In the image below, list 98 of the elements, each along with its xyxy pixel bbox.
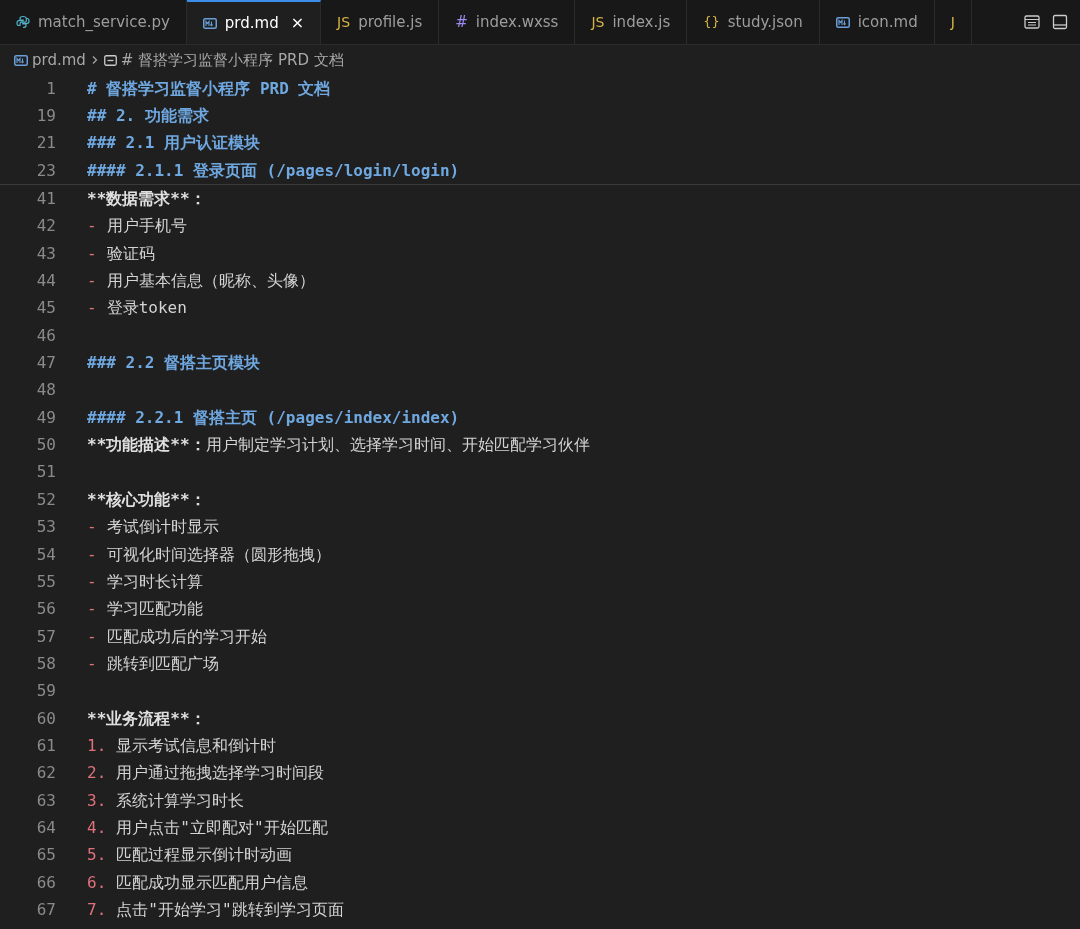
paragraph-text: 用户制定学习计划、选择学习时间、开始匹配学习伙伴 <box>205 434 590 457</box>
breadcrumb-item[interactable]: prd.md <box>32 48 86 72</box>
list-marker: - <box>87 625 97 648</box>
line-number: 43 <box>35 242 56 265</box>
line-number: 45 <box>35 297 56 320</box>
markdown-heading: ## 2. 功能需求 <box>87 105 209 127</box>
list-marker: - <box>87 652 97 675</box>
markdown-heading: ### 2.2 督搭主页模块 <box>87 352 261 375</box>
symbol-icon <box>103 54 117 66</box>
file-type-icon: {} <box>703 12 720 32</box>
tab-label: icon.md <box>857 11 918 33</box>
list-item-text: 可视化时间选择器（圆形拖拽） <box>106 543 331 566</box>
list-marker: - <box>87 270 97 293</box>
list-item-text: 匹配成功显示匹配用户信息 <box>116 871 309 894</box>
file-type-icon: # <box>455 10 468 34</box>
line-number: 63 <box>35 789 56 812</box>
list-marker: 2. <box>87 762 107 785</box>
list-marker: - <box>87 297 97 320</box>
tab-label: prd.md <box>224 12 279 34</box>
panel-icon[interactable] <box>1052 14 1068 30</box>
line-number: 44 <box>35 270 56 293</box>
list-item-text: 匹配过程显示倒计时动画 <box>116 844 293 867</box>
line-number: 64 <box>35 816 56 839</box>
line-number: 21 <box>35 132 56 155</box>
list-marker: - <box>87 215 97 238</box>
line-number: 19 <box>35 105 56 127</box>
tab-label: profile.js <box>358 11 423 33</box>
list-item-text: 用户通过拖拽选择学习时间段 <box>116 762 325 785</box>
list-item-text: 跳转到匹配广场 <box>106 652 219 675</box>
line-number: 53 <box>35 516 56 539</box>
line-number: 59 <box>35 680 56 703</box>
line-number: 61 <box>35 734 56 757</box>
line-number: 66 <box>35 871 56 894</box>
file-type-icon: J <box>950 11 955 33</box>
bold-text: **核心功能**： <box>87 488 206 511</box>
line-number: 50 <box>35 434 56 457</box>
bold-text: **业务流程**： <box>87 707 206 730</box>
line-number: 52 <box>35 488 56 511</box>
list-marker: 7. <box>87 899 107 921</box>
list-marker: 6. <box>87 871 107 894</box>
list-marker: - <box>87 543 97 566</box>
markdown-heading: # 督搭学习监督小程序 PRD 文档 <box>87 77 331 100</box>
markdown-icon <box>835 16 850 28</box>
line-number: 49 <box>35 406 56 429</box>
line-number: 57 <box>35 625 56 648</box>
list-item-text: 用户基本信息（昵称、头像） <box>106 270 315 293</box>
line-number: 55 <box>35 570 56 593</box>
bold-text: **数据需求**： <box>87 188 206 211</box>
list-marker: 1. <box>87 734 107 757</box>
line-number: 48 <box>35 379 56 402</box>
list-marker: - <box>87 242 97 265</box>
breadcrumb-item[interactable]: # 督搭学习监督小程序 PRD 文档 <box>120 48 344 72</box>
markdown-icon <box>14 54 28 66</box>
markdown-heading: #### 2.1.1 登录页面 (/pages/login/login) <box>87 159 460 182</box>
list-item-text: 用户点击"立即配对"开始匹配 <box>116 816 328 839</box>
markdown-heading: #### 2.2.1 督搭主页 (/pages/index/index) <box>87 406 460 429</box>
bold-text: **功能描述**： <box>87 434 206 457</box>
list-marker: 4. <box>87 816 107 839</box>
list-item-text: 显示考试信息和倒计时 <box>116 734 277 757</box>
tab-label: index.js <box>612 11 671 33</box>
line-number: 23 <box>35 159 56 182</box>
list-marker: - <box>87 570 97 593</box>
line-number: 54 <box>35 543 56 566</box>
line-number: 56 <box>35 598 56 621</box>
line-number: 58 <box>35 652 56 675</box>
line-number: 46 <box>35 324 56 347</box>
line-number: 60 <box>35 707 56 730</box>
line-number: 47 <box>35 352 56 375</box>
list-item-text: 点击"开始学习"跳转到学习页面 <box>116 899 344 921</box>
list-item-text: 学习匹配功能 <box>106 598 203 621</box>
list-item-text: 系统计算学习时长 <box>116 789 245 812</box>
list-marker: 3. <box>87 789 107 812</box>
list-item-text: 学习时长计算 <box>106 570 203 593</box>
list-marker: 5. <box>87 844 107 867</box>
list-item-text: 考试倒计时显示 <box>106 516 219 539</box>
list-item-text: 用户手机号 <box>106 215 187 238</box>
editor-tab[interactable]: prd.md × <box>186 0 322 44</box>
layout-icon[interactable] <box>1024 14 1040 30</box>
markdown-heading: ### 2.1 用户认证模块 <box>87 132 261 155</box>
list-item-text: 验证码 <box>106 242 155 265</box>
list-marker: - <box>87 516 97 539</box>
list-marker: - <box>87 598 97 621</box>
list-item-text: 匹配成功后的学习开始 <box>106 625 267 648</box>
tab-label: match_service.py <box>38 11 170 33</box>
tab-label: study.json <box>727 11 803 33</box>
close-tab-button[interactable]: × <box>290 11 305 35</box>
line-number: 51 <box>35 461 56 484</box>
list-item-text: 登录token <box>106 297 187 320</box>
line-number: 65 <box>35 844 56 867</box>
tab-label: index.wxss <box>475 11 559 33</box>
line-number: 62 <box>35 762 56 785</box>
markdown-icon <box>202 17 217 29</box>
line-number: 41 <box>35 188 56 211</box>
file-type-icon: JS <box>591 11 605 33</box>
line-number: 1 <box>45 77 56 100</box>
file-type-icon: JS <box>337 11 351 33</box>
line-number: 42 <box>35 215 56 238</box>
line-number: 67 <box>35 899 56 921</box>
